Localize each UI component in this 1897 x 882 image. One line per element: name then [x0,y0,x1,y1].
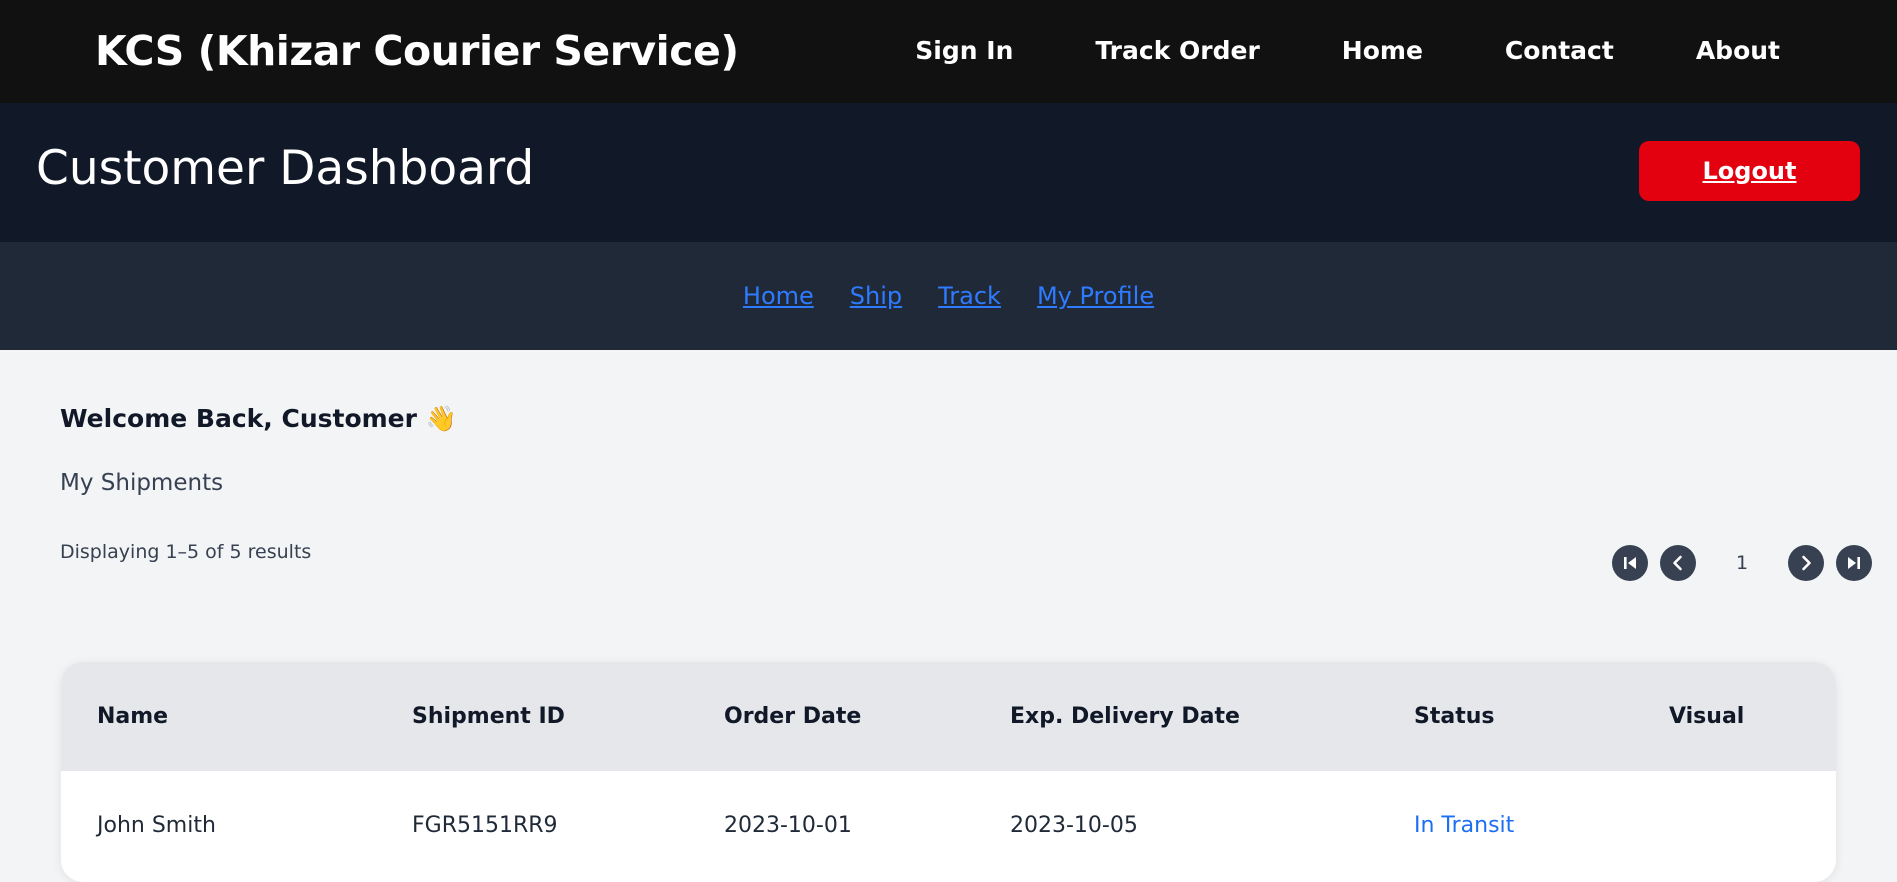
cell-name: John Smith [97,813,216,838]
top-nav-sign-in[interactable]: Sign In [915,36,1013,65]
status-link[interactable]: In Transit [1414,813,1514,838]
waving-hand-icon: 👋 [425,404,457,433]
logout-button[interactable]: Logout [1639,141,1860,201]
results-count: Displaying 1–5 of 5 results [60,541,312,563]
top-nav-track-order[interactable]: Track Order [1095,36,1259,65]
subnav-home[interactable]: Home [743,282,814,310]
previous-page-button[interactable] [1660,545,1696,581]
top-nav-home[interactable]: Home [1342,36,1423,65]
top-nav-about[interactable]: About [1696,36,1780,65]
column-header-name: Name [97,704,169,729]
previous-page-icon [1673,555,1682,571]
column-header-shipment-id: Shipment ID [412,704,565,729]
subnav-my-profile[interactable]: My Profile [1037,282,1154,310]
column-header-order-date: Order Date [724,704,862,729]
welcome-heading: Welcome Back, Customer 👋 [60,404,457,434]
last-page-button[interactable] [1836,545,1872,581]
column-header-visual: Visual [1669,704,1745,729]
pagination: 1 [1612,545,1872,581]
next-page-icon [1802,555,1811,571]
first-page-button[interactable] [1612,545,1648,581]
top-navbar: KCS (Khizar Courier Service) Sign In Tra… [0,0,1897,103]
cell-exp-delivery-date: 2023-10-05 [1010,813,1138,838]
subnav-ship[interactable]: Ship [850,282,902,310]
top-nav-contact[interactable]: Contact [1505,36,1614,65]
table-header: Name Shipment ID Order Date Exp. Deliver… [61,662,1836,771]
next-page-button[interactable] [1788,545,1824,581]
shipments-table: Name Shipment ID Order Date Exp. Deliver… [61,662,1836,882]
dashboard-subnav: Home Ship Track My Profile [0,242,1897,350]
page-title: Customer Dashboard [36,141,535,196]
subnav-track[interactable]: Track [938,282,1001,310]
cell-order-date: 2023-10-01 [724,813,852,838]
section-title: My Shipments [60,470,224,496]
last-page-icon [1848,557,1860,569]
dashboard-header: Customer Dashboard Logout [0,103,1897,242]
column-header-exp-delivery-date: Exp. Delivery Date [1010,704,1240,729]
welcome-text: Welcome Back, Customer [60,404,417,433]
column-header-status: Status [1414,704,1495,729]
cell-shipment-id: FGR5151RR9 [412,813,558,838]
brand-logo-text[interactable]: KCS (Khizar Courier Service) [95,27,739,75]
top-nav: Sign In Track Order Home Contact About [915,36,1780,65]
current-page-number[interactable]: 1 [1696,552,1788,574]
first-page-icon [1624,557,1636,569]
